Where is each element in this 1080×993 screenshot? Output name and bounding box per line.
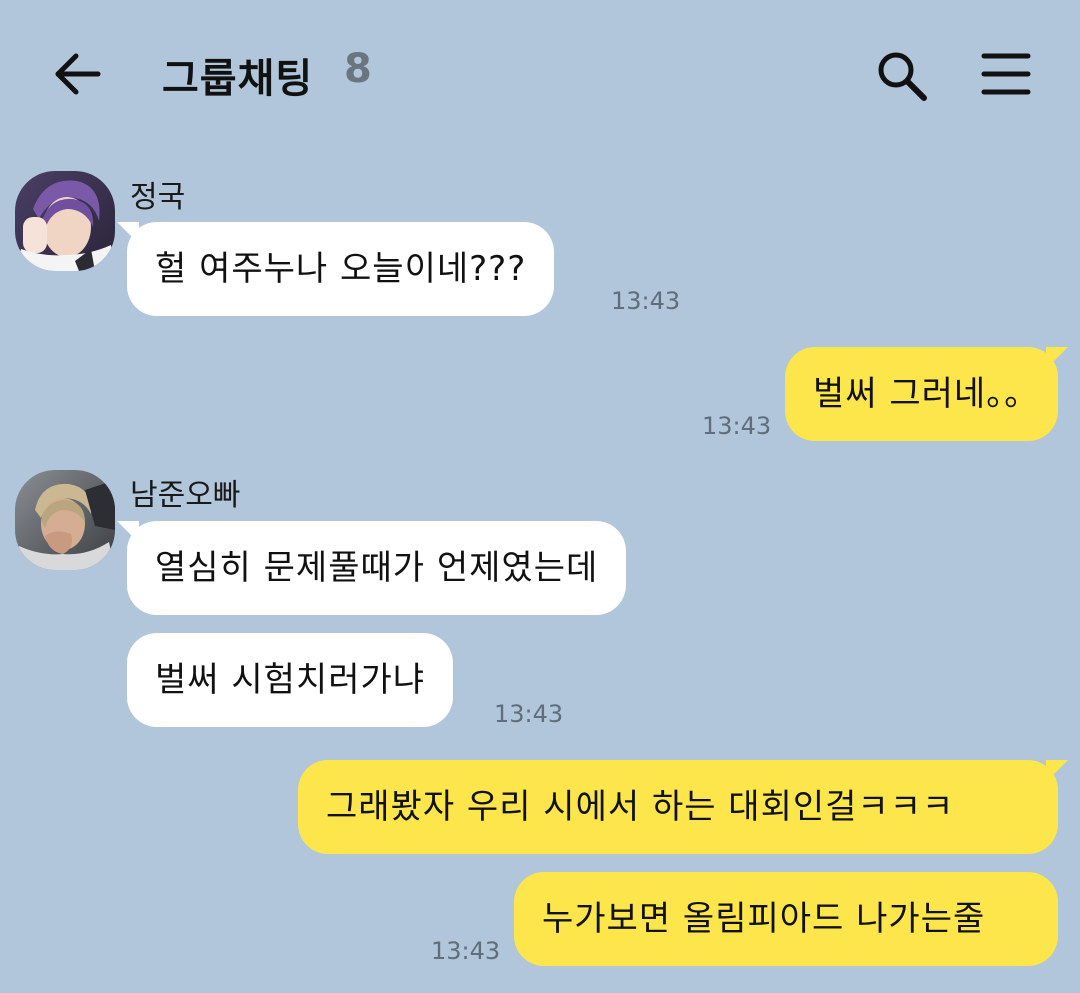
message-bubble-outgoing[interactable]: 그래봤자 우리 시에서 하는 대회인걸ㅋㅋㅋ bbox=[298, 760, 1068, 854]
message-text: 벌써 시험치러가냐 bbox=[155, 660, 426, 700]
avatar-namjoon[interactable] bbox=[15, 470, 115, 570]
message-timestamp: 13:43 bbox=[702, 412, 772, 440]
menu-button[interactable] bbox=[980, 50, 1032, 98]
message-text: 누가보면 올림피아드 나가는줄 bbox=[542, 899, 986, 939]
member-count: 8 bbox=[344, 46, 372, 92]
profile-photo-icon bbox=[15, 171, 115, 271]
message-timestamp: 13:43 bbox=[431, 937, 501, 965]
sender-name: 남준오빠 bbox=[130, 478, 241, 513]
message-bubble-outgoing[interactable]: 누가보면 올림피아드 나가는줄 bbox=[514, 872, 1058, 966]
chat-title: 그룹채팅 bbox=[162, 56, 314, 102]
search-button[interactable] bbox=[874, 48, 930, 104]
message-timestamp: 13:43 bbox=[611, 287, 681, 315]
avatar-jungkook[interactable] bbox=[15, 171, 115, 271]
message-text: 헐 여주누나 오늘이네??? bbox=[155, 249, 527, 289]
message-bubble-incoming[interactable]: 벌써 시험치러가냐 bbox=[127, 633, 454, 727]
message-bubble-outgoing[interactable]: 벌써 그러네。。 bbox=[785, 347, 1068, 441]
sender-name: 정국 bbox=[130, 180, 186, 215]
arrow-left-icon bbox=[55, 53, 101, 95]
bubble-tail bbox=[1046, 760, 1068, 782]
search-icon bbox=[878, 52, 927, 101]
message-timestamp: 13:43 bbox=[494, 700, 564, 728]
bubble-tail bbox=[117, 222, 139, 244]
bubble-tail bbox=[1046, 347, 1068, 369]
bubble-tail bbox=[117, 521, 139, 543]
message-bubble-incoming[interactable]: 헐 여주누나 오늘이네??? bbox=[117, 222, 555, 316]
chat-header: 그룹채팅 8 bbox=[0, 0, 1080, 150]
message-text: 열심히 문제풀때가 언제였는데 bbox=[155, 548, 599, 588]
hamburger-menu-icon bbox=[981, 53, 1031, 95]
profile-photo-icon bbox=[15, 470, 115, 570]
message-text: 그래봤자 우리 시에서 하는 대회인걸ㅋㅋㅋ bbox=[326, 787, 955, 827]
message-text: 벌써 그러네。。 bbox=[813, 374, 1040, 414]
back-button[interactable] bbox=[52, 48, 104, 100]
message-bubble-incoming[interactable]: 열심히 문제풀때가 언제였는데 bbox=[117, 521, 627, 615]
